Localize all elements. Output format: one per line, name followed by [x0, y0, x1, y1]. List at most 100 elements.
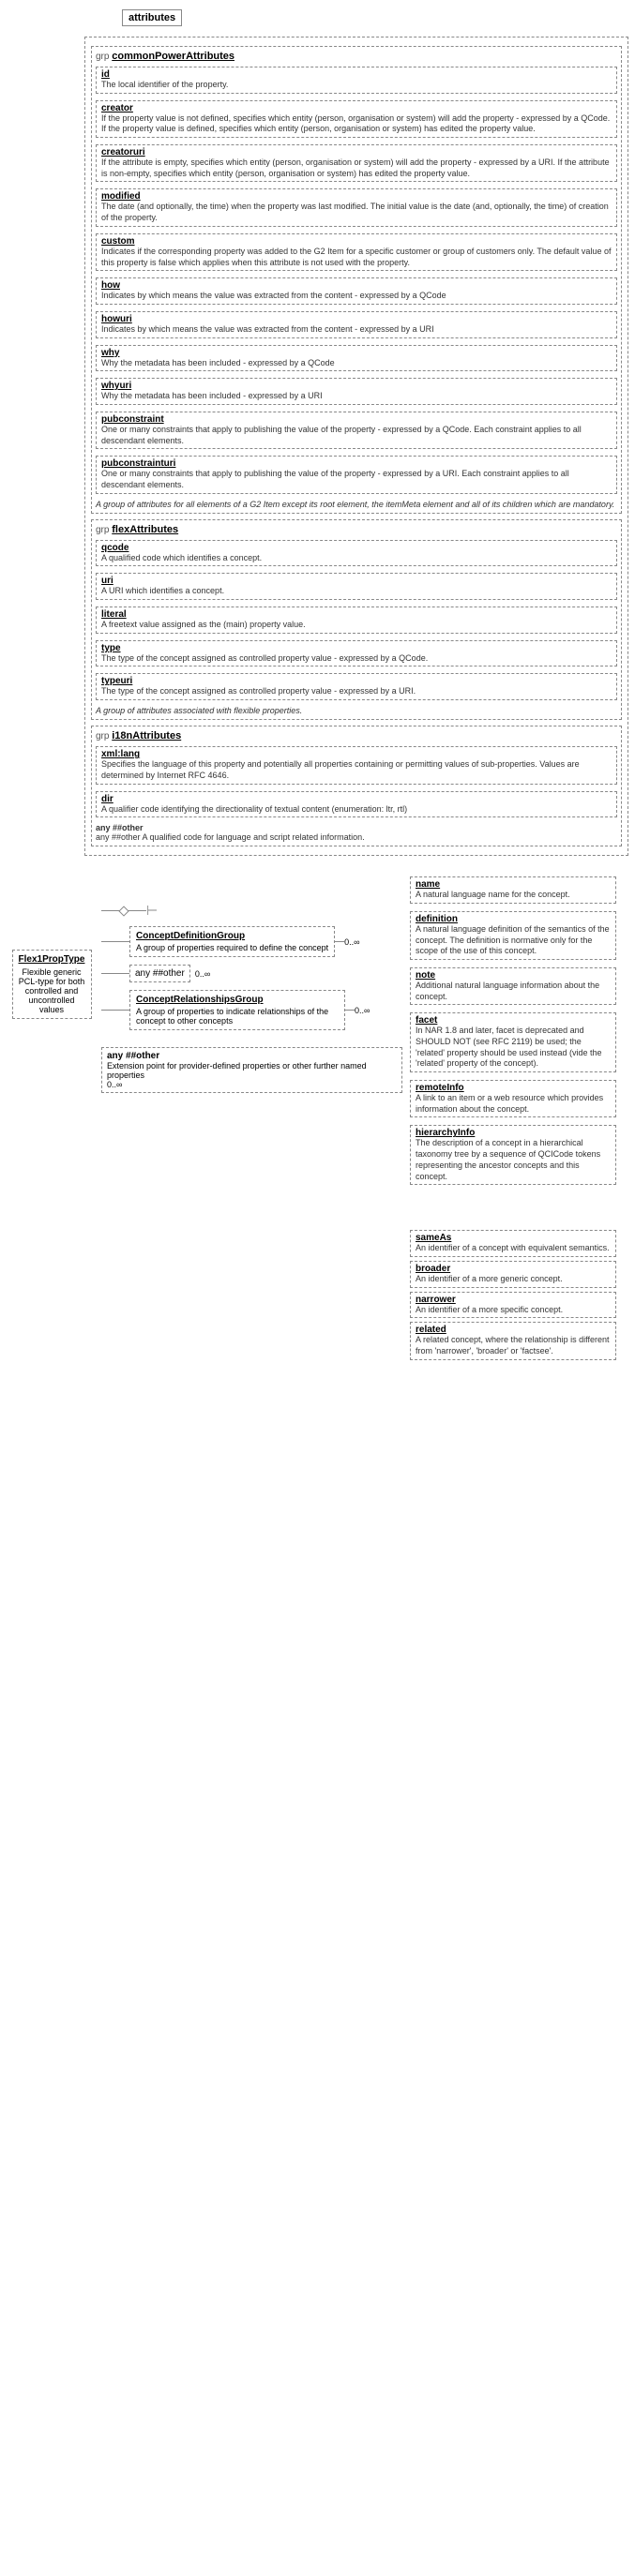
field-literal-desc: A freetext value assigned as the (main) … — [101, 620, 612, 631]
field-how: how Indicates by which means the value w… — [96, 277, 617, 305]
prop-hierarchyinfo-desc: The description of a concept in a hierar… — [416, 1138, 611, 1182]
field-dir: dir A qualifier code identifying the dir… — [96, 791, 617, 818]
concept-def-group-desc: A group of properties required to define… — [136, 943, 328, 952]
field-creatoruri: creatoruri If the attribute is empty, sp… — [96, 144, 617, 182]
concept-rel-multiplicity: 0..∞ — [355, 1006, 370, 1015]
any-other-2-desc: Extension point for provider-defined pro… — [107, 1061, 397, 1080]
relationships-section: sameAs An identifier of a concept with e… — [410, 1228, 626, 1361]
any-other-2-mult: 0..∞ — [107, 1080, 397, 1089]
field-modified-desc: The date (and optionally, the time) when… — [101, 202, 612, 223]
grp-label-flex: grp — [96, 525, 112, 535]
any-other-1-label: any ##other — [135, 968, 185, 979]
field-whyuri-desc: Why the metadata has been included - exp… — [101, 391, 612, 402]
field-id: id The local identifier of the property. — [96, 67, 617, 94]
field-how-name: how — [101, 280, 120, 291]
prop-sameas-label: sameAs — [416, 1233, 451, 1243]
prop-narrower: narrower An identifier of a more specifi… — [410, 1292, 616, 1319]
field-xmllang-desc: Specifies the language of this property … — [101, 759, 612, 781]
prop-hierarchyinfo: hierarchyInfo The description of a conce… — [410, 1125, 616, 1185]
i18n-group-note: any ##other A qualified code for languag… — [96, 832, 365, 842]
field-type-desc: The type of the concept assigned as cont… — [101, 653, 612, 665]
common-fields-container: id The local identifier of the property.… — [96, 65, 617, 496]
field-uri-name: uri — [101, 576, 113, 586]
flex-attributes-title: flexAttributes — [112, 524, 178, 535]
diagram-container: attributes grp commonPowerAttributes id … — [0, 0, 635, 1371]
field-custom-name: custom — [101, 236, 135, 247]
field-uri-desc: A URI which identifies a concept. — [101, 586, 612, 597]
attributes-title: attributes — [122, 9, 182, 26]
field-howuri: howuri Indicates by which means the valu… — [96, 311, 617, 338]
i18n-other: any ##other any ##other A qualified code… — [96, 823, 617, 842]
field-howuri-desc: Indicates by which means the value was e… — [101, 324, 612, 336]
field-creator: creator If the property value is not def… — [96, 100, 617, 138]
field-dir-name: dir — [101, 794, 113, 804]
field-qcode-desc: A qualified code which identifies a conc… — [101, 553, 612, 564]
field-pubconstrainturi-desc: One or many constraints that apply to pu… — [101, 469, 612, 490]
concept-rel-group-desc: A group of properties to indicate relati… — [136, 1007, 339, 1026]
prop-broader-desc: An identifier of a more generic concept. — [416, 1274, 611, 1285]
flex1proptype-box: Flex1PropType Flexible generic PCL-type … — [12, 950, 92, 1019]
field-creator-desc: If the property value is not defined, sp… — [101, 113, 612, 135]
any-other-1-box: any ##other — [129, 965, 190, 982]
field-custom: custom Indicates if the corresponding pr… — [96, 233, 617, 271]
prop-facet-desc: In NAR 1.8 and later, facet is deprecate… — [416, 1026, 611, 1070]
concept-rel-group-box: ConceptRelationshipsGroup A group of pro… — [129, 990, 345, 1030]
field-pubconstrainturi-name: pubconstrainturi — [101, 458, 175, 469]
field-id-name: id — [101, 69, 110, 80]
field-creatoruri-desc: If the attribute is empty, specifies whi… — [101, 157, 612, 179]
concept-def-group-box: ConceptDefinitionGroup A group of proper… — [129, 926, 335, 957]
concept-def-multiplicity: 0..∞ — [344, 937, 359, 947]
prop-name-desc: A natural language name for the concept. — [416, 890, 611, 901]
field-modified-name: modified — [101, 191, 141, 202]
field-qcode: qcode A qualified code which identifies … — [96, 540, 617, 567]
field-pubconstraint-desc: One or many constraints that apply to pu… — [101, 425, 612, 446]
field-type-name: type — [101, 643, 121, 653]
flex1proptype-label: Flex1PropType — [17, 954, 87, 965]
field-why-desc: Why the metadata has been included - exp… — [101, 358, 612, 369]
i18n-attributes-title: i18nAttributes — [112, 730, 181, 741]
field-type: type The type of the concept assigned as… — [96, 640, 617, 667]
prop-sameas-desc: An identifier of a concept with equivale… — [416, 1243, 611, 1254]
prop-broader-label: broader — [416, 1264, 450, 1274]
common-group-note: A group of attributes for all elements o… — [96, 500, 617, 509]
field-modified: modified The date (and optionally, the t… — [96, 188, 617, 226]
any-other-2-label: any ##other — [107, 1051, 397, 1061]
flex1proptype-desc: Flexible generic PCL-type for both contr… — [17, 967, 87, 1014]
field-id-desc: The local identifier of the property. — [101, 80, 612, 91]
attributes-outer-box: grp commonPowerAttributes id The local i… — [84, 37, 628, 856]
flex-group-note: A group of attributes associated with fl… — [96, 706, 617, 715]
common-power-attributes-title: commonPowerAttributes — [112, 51, 234, 62]
prop-hierarchyinfo-label: hierarchyInfo — [416, 1128, 475, 1138]
field-pubconstrainturi: pubconstrainturi One or many constraints… — [96, 456, 617, 493]
field-xmllang-name: xml:lang — [101, 749, 140, 759]
prop-related-desc: A related concept, where the relationshi… — [416, 1335, 611, 1356]
field-whyuri-name: whyuri — [101, 381, 131, 391]
prop-definition-desc: A natural language definition of the sem… — [416, 924, 611, 957]
prop-name: name A natural language name for the con… — [410, 876, 616, 904]
prop-broader: broader An identifier of a more generic … — [410, 1261, 616, 1288]
field-whyuri: whyuri Why the metadata has been include… — [96, 378, 617, 405]
prop-name-label: name — [416, 879, 440, 890]
field-why: why Why the metadata has been included -… — [96, 345, 617, 372]
prop-narrower-desc: An identifier of a more specific concept… — [416, 1305, 611, 1316]
field-uri: uri A URI which identifies a concept. — [96, 573, 617, 600]
prop-note: note Additional natural language informa… — [410, 967, 616, 1005]
prop-facet: facet In NAR 1.8 and later, facet is dep… — [410, 1012, 616, 1072]
concept-rel-group-title: ConceptRelationshipsGroup — [136, 995, 339, 1005]
field-literal-name: literal — [101, 609, 127, 620]
prop-related: related A related concept, where the rel… — [410, 1322, 616, 1359]
prop-definition-label: definition — [416, 914, 458, 924]
prop-note-desc: Additional natural language information … — [416, 981, 611, 1002]
prop-remoteinfo: remoteInfo A link to an item or a web re… — [410, 1080, 616, 1117]
any-other-2-box: any ##other Extension point for provider… — [101, 1047, 402, 1093]
grp-label-i18n: grp — [96, 731, 112, 741]
prop-remoteinfo-label: remoteInfo — [416, 1083, 464, 1093]
field-typeuri-desc: The type of the concept assigned as cont… — [101, 686, 612, 697]
field-literal: literal A freetext value assigned as the… — [96, 607, 617, 634]
field-xmllang: xml:lang Specifies the language of this … — [96, 746, 617, 784]
prop-note-label: note — [416, 970, 435, 981]
prop-definition: definition A natural language definition… — [410, 911, 616, 960]
field-why-name: why — [101, 348, 119, 358]
field-pubconstraint-name: pubconstraint — [101, 414, 164, 425]
field-dir-desc: A qualifier code identifying the directi… — [101, 804, 612, 816]
